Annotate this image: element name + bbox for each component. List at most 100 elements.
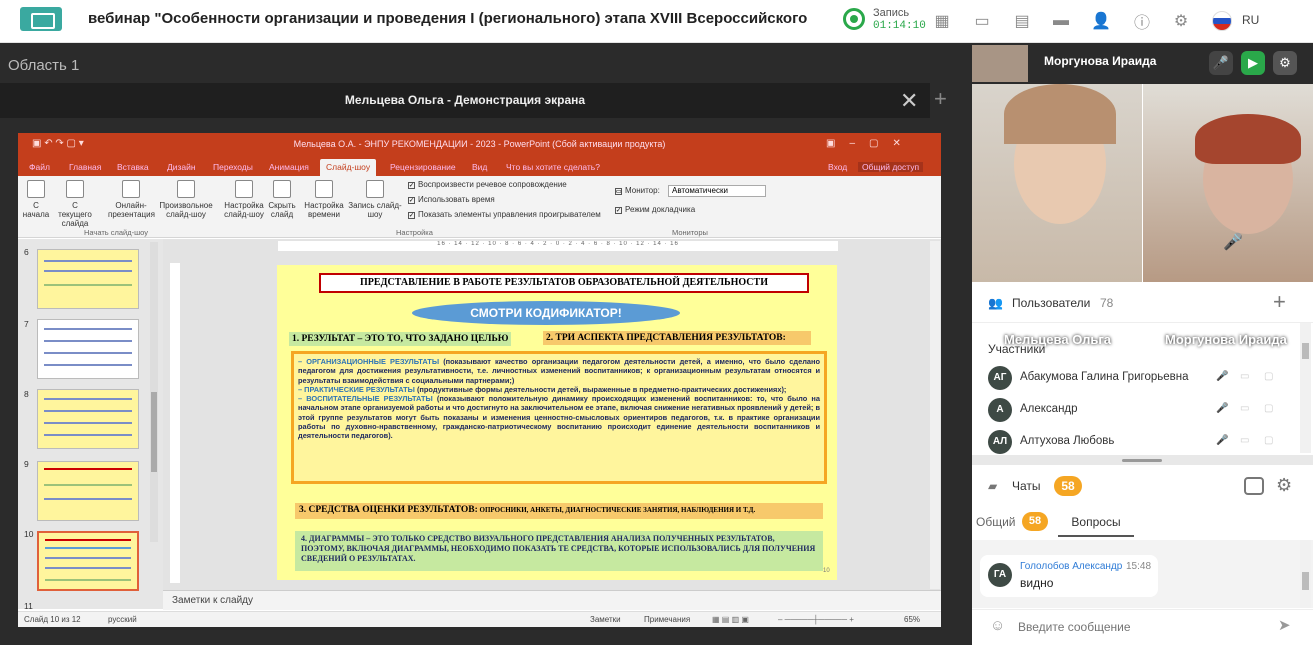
gear-icon[interactable]: ⚙ [1166, 6, 1196, 36]
mic-off-icon[interactable]: 🎤 [1209, 51, 1233, 75]
general-count-badge: 58 [1022, 512, 1048, 531]
slide-heading-2: 2. ТРИ АСПЕКТА ПРЕДСТАВЛЕНИЯ РЕЗУЛЬТАТОВ… [543, 331, 811, 345]
slide-thumbnail[interactable] [37, 319, 139, 379]
camera-icon: ▭ [1240, 435, 1250, 446]
status-language: русский [108, 615, 137, 624]
start-from-beginning-button[interactable]: С начала [22, 180, 50, 219]
chats-count-badge: 58 [1054, 476, 1082, 496]
participants-section: Участники [988, 342, 1046, 356]
tab-view[interactable]: Вид [472, 162, 487, 172]
chat-scrollbar[interactable] [1300, 540, 1311, 608]
mic-icon: 🎤 [1216, 403, 1229, 414]
current-slide[interactable]: ПРЕДСТАВЛЕНИЕ В РАБОТЕ РЕЗУЛЬТАТОВ ОБРАЗ… [277, 265, 837, 580]
share-button[interactable]: Общий доступ [858, 162, 924, 172]
window-controls[interactable]: ▣–▢✕ [826, 138, 915, 149]
notes-pane[interactable] [163, 590, 941, 610]
slide-thumbnail[interactable] [37, 389, 139, 449]
add-user-icon[interactable]: + [1273, 289, 1286, 315]
emoji-icon[interactable]: ☺ [990, 617, 1005, 634]
use-timings-checkbox[interactable]: ✓ Использовать время [408, 195, 495, 204]
webinar-title: вебинар "Особенности организации и прове… [88, 10, 808, 27]
from-current-button[interactable]: С текущего слайда [56, 180, 94, 228]
tab-review[interactable]: Рецензирование [390, 162, 456, 172]
flag-icon[interactable] [1212, 11, 1232, 31]
tab-slideshow[interactable]: Слайд-шоу [320, 159, 377, 176]
sign-in-link[interactable]: Вход [828, 162, 847, 172]
record-icon [366, 180, 384, 198]
canvas-scrollbar[interactable] [930, 241, 940, 589]
thumbnail-scrollbar[interactable] [150, 242, 158, 542]
message-author[interactable]: Гололобов Александр [1020, 561, 1122, 572]
record-icon[interactable] [843, 8, 865, 30]
timer-icon [315, 180, 333, 198]
document-icon[interactable]: ▤ [1007, 6, 1037, 36]
tab-file[interactable]: Файл [29, 162, 50, 172]
tab-home[interactable]: Главная [69, 162, 101, 172]
active-speaker-name: Моргунова Ираида [1044, 54, 1157, 68]
slide-thumbnail[interactable] [37, 461, 139, 521]
assessment-tools: ОПРОСНИКИ, АНКЕТЫ, ДИАГНОСТИЧЕСКИЕ ЗАНЯТ… [477, 506, 756, 514]
screen-share-icon[interactable]: ▭ [967, 6, 997, 36]
info-icon[interactable]: ⓘ [1127, 6, 1157, 36]
hide-slide-button[interactable]: Скрыть слайд [268, 180, 296, 219]
gear-icon[interactable]: ⚙ [1273, 51, 1297, 75]
tab-general-chat[interactable]: Общий [976, 515, 1016, 529]
video-tile-morgunova[interactable]: 🎤 Моргунова Ираида [1143, 84, 1313, 347]
comments-toggle[interactable]: Примечания [644, 615, 690, 624]
video-tile-meltseva[interactable]: Мельцева Ольга [972, 84, 1142, 347]
slide-title: ПРЕДСТАВЛЕНИЕ В РАБОТЕ РЕЗУЛЬТАТОВ ОБРАЗ… [319, 273, 809, 293]
message-text: видно [1020, 576, 1054, 590]
notes-placeholder: Заметки к слайду [172, 595, 253, 606]
globe-icon [122, 180, 140, 198]
show-media-controls-checkbox[interactable]: ✓ Показать элементы управления проигрыват… [408, 210, 601, 219]
slide-thumbnail-selected[interactable] [37, 531, 139, 591]
avatar: А [988, 398, 1012, 422]
add-area-icon[interactable]: + [934, 86, 947, 112]
notes-toggle[interactable]: Заметки [590, 615, 621, 624]
record-show-button[interactable]: Запись слайд-шоу [348, 180, 402, 219]
powerpoint-window: Мельцева О.А. - ЭНПУ РЕКОМЕНДАЦИИ - 2023… [18, 133, 941, 627]
tell-me-input[interactable]: Что вы хотите сделать? [506, 162, 600, 172]
close-icon[interactable]: ✕ [900, 88, 918, 114]
play-narration-checkbox[interactable]: ✓ Воспроизвести речевое сопровождение [408, 180, 567, 189]
panel-resize-handle[interactable] [972, 455, 1313, 465]
users-scrollbar[interactable] [1300, 323, 1311, 453]
language-select[interactable]: RU [1242, 13, 1259, 27]
monitor-select[interactable]: Автоматически [668, 185, 766, 197]
slide-badge: СМОТРИ КОДИФИКАТОР! [412, 301, 680, 325]
custom-show-button[interactable]: Произвольное слайд-шоу [158, 180, 214, 219]
tab-animation[interactable]: Анимация [269, 162, 309, 172]
view-buttons[interactable]: ▦ ▤ ▥ ▣ [712, 615, 749, 624]
thumb-number: 6 [24, 247, 29, 257]
rehearse-timings-button[interactable]: Настройка времени [302, 180, 346, 219]
presenter-view-checkbox[interactable]: ✓ Режим докладчика [615, 205, 695, 214]
tab-insert[interactable]: Вставка [117, 162, 149, 172]
tab-transitions[interactable]: Переходы [213, 162, 253, 172]
users-icon[interactable]: 👤 [1086, 6, 1116, 36]
setup-show-button[interactable]: Настройка слайд-шоу [222, 180, 266, 219]
slide-thumbnail[interactable] [37, 249, 139, 309]
save-icon[interactable]: ▣ ↶ ↷ ▢ ▾ [32, 138, 84, 149]
thumb-number: 9 [24, 459, 29, 469]
zoom-slider[interactable]: – ─────┼───── + [778, 615, 854, 624]
camera-icon[interactable]: ▶ [1241, 51, 1265, 75]
message-input[interactable] [1018, 618, 1268, 636]
zoom-level[interactable]: 65% [904, 615, 920, 624]
camera-icon: ▭ [1240, 403, 1250, 414]
gear-icon[interactable]: ⚙ [1276, 475, 1292, 496]
ppt-document-title: Мельцева О.А. - ЭНПУ РЕКОМЕНДАЦИИ - 2023… [293, 139, 666, 149]
grid-icon[interactable]: ▦ [927, 6, 957, 36]
tab-questions[interactable]: Вопросы [1058, 507, 1134, 537]
slideshow-icon [66, 180, 84, 198]
tab-design[interactable]: Дизайн [167, 162, 196, 172]
online-present-button[interactable]: Онлайн-презентация [108, 180, 155, 219]
app-logo[interactable] [20, 7, 62, 31]
folder-icon[interactable]: ▬ [1046, 6, 1076, 36]
org-results-key: – ОРГАНИЗАЦИОННЫЕ РЕЗУЛЬТАТЫ [298, 357, 440, 366]
mic-icon: 🎤 [1216, 435, 1229, 446]
chat-window-icon[interactable] [1244, 477, 1264, 495]
ppt-status-bar: Слайд 10 из 12 русский Заметки Примечани… [18, 611, 941, 627]
mic-icon: 🎤 [1216, 371, 1229, 382]
send-icon[interactable]: ➤ [1278, 616, 1291, 634]
recording-label: Запись [873, 7, 910, 19]
